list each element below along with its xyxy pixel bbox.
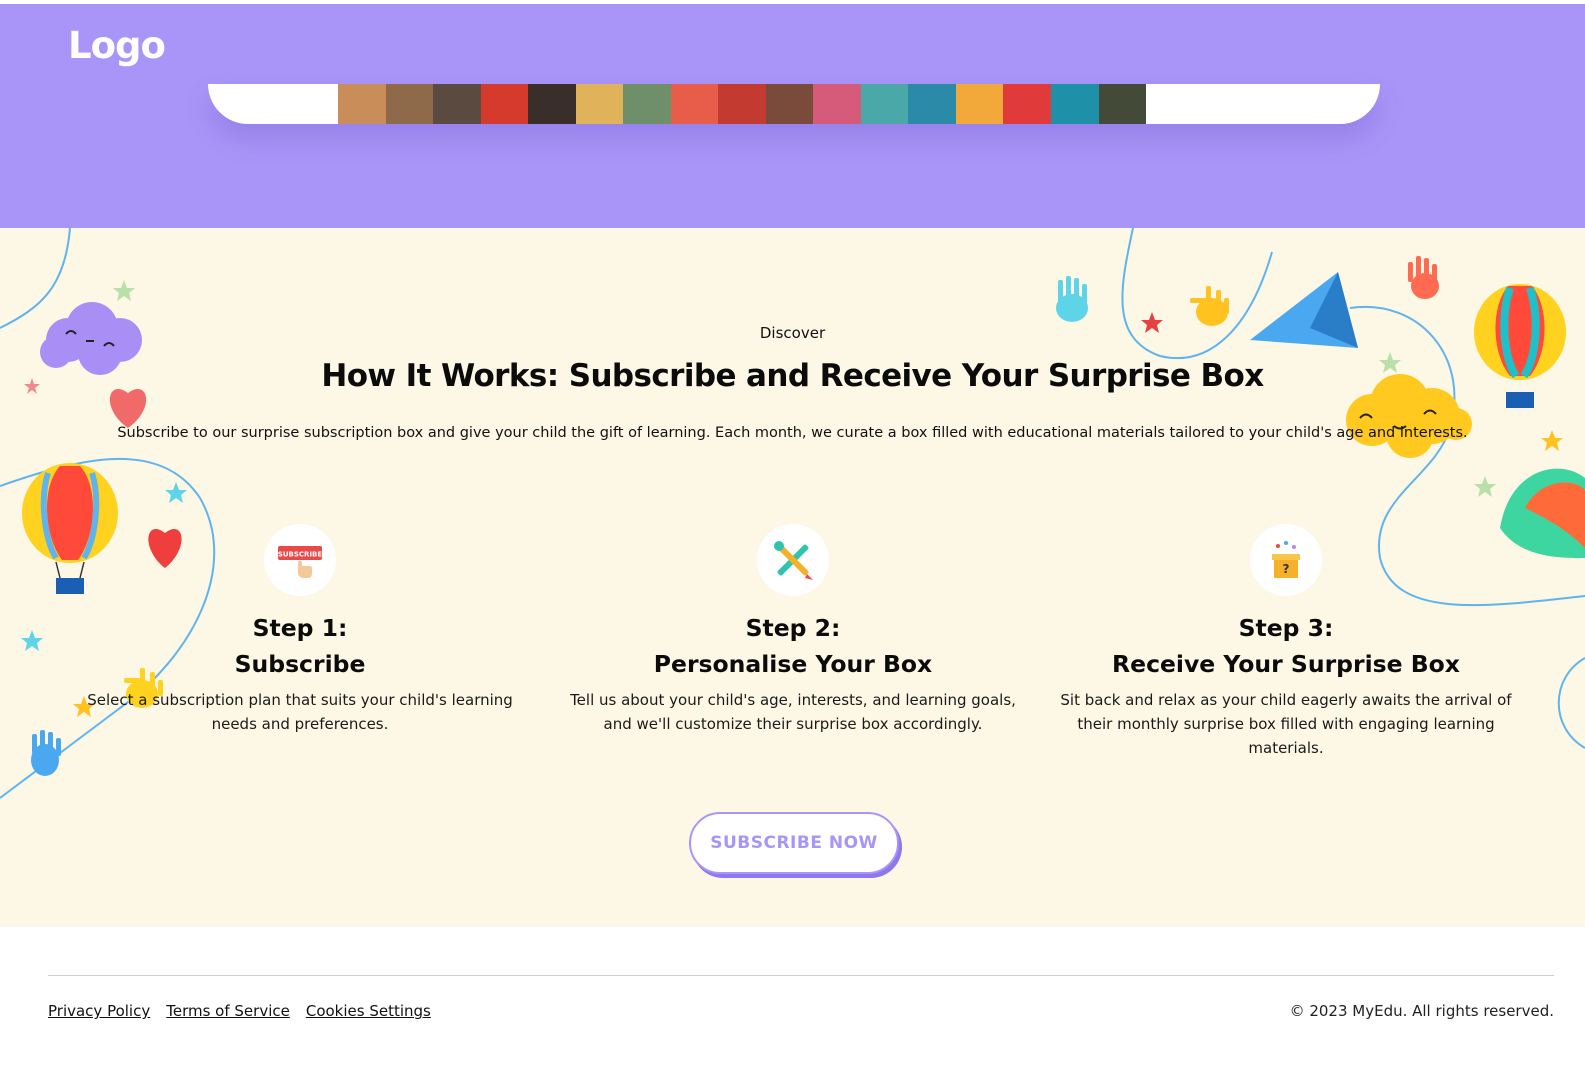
section-title: How It Works: Subscribe and Receive Your… [321, 358, 1264, 394]
privacy-policy-link[interactable]: Privacy Policy [48, 1002, 150, 1020]
footer-divider [48, 975, 1554, 976]
step-1-description: Select a subscription plan that suits yo… [87, 691, 513, 733]
footer-links: Privacy Policy Terms of Service Cookies … [48, 1002, 431, 1020]
step-2-label: Step 2: [745, 614, 841, 642]
step-1-label: Step 1: [252, 614, 348, 642]
section-eyebrow: Discover [759, 324, 826, 342]
hero-image [338, 84, 1147, 124]
hand-icon [31, 730, 61, 776]
how-it-works-section: Discover How It Works: Subscribe and Rec… [0, 228, 1585, 927]
subscribe-now-button[interactable]: SUBSCRIBE NOW [689, 812, 899, 874]
hero-banner: Logo [0, 4, 1585, 228]
hand-icon [1408, 256, 1439, 299]
copyright-text: © 2023 MyEdu. All rights reserved. [1289, 1002, 1554, 1020]
step-3-label: Step 3: [1238, 614, 1334, 642]
svg-text:?: ? [1283, 562, 1290, 576]
step-3-description: Sit back and relax as your child eagerly… [1060, 691, 1512, 757]
hand-icon [1190, 286, 1229, 326]
step-1-title: Subscribe [234, 650, 366, 678]
terms-of-service-link[interactable]: Terms of Service [166, 1002, 290, 1020]
step-3-card: ? Step 3: Receive Your Surprise Box Sit … [1051, 524, 1521, 760]
gift-box-icon: ? [1250, 524, 1322, 596]
hero-image-card [208, 84, 1380, 124]
section-intro: Subscribe to our surprise subscription b… [117, 425, 1468, 441]
step-1-card: SUBSCRIBE Step 1: Subscribe Select a sub… [65, 524, 535, 736]
step-2-description: Tell us about your child's age, interest… [570, 691, 1016, 733]
subscribe-icon: SUBSCRIBE [264, 524, 336, 596]
step-3-title: Receive Your Surprise Box [1112, 650, 1460, 678]
subscribe-icon-text: SUBSCRIBE [278, 551, 323, 559]
tools-icon [757, 524, 829, 596]
step-2-title: Personalise Your Box [653, 650, 933, 678]
cookies-settings-link[interactable]: Cookies Settings [306, 1002, 431, 1020]
site-logo[interactable]: Logo [68, 24, 166, 67]
step-2-card: Step 2: Personalise Your Box Tell us abo… [558, 524, 1028, 736]
hand-icon [1056, 276, 1088, 322]
